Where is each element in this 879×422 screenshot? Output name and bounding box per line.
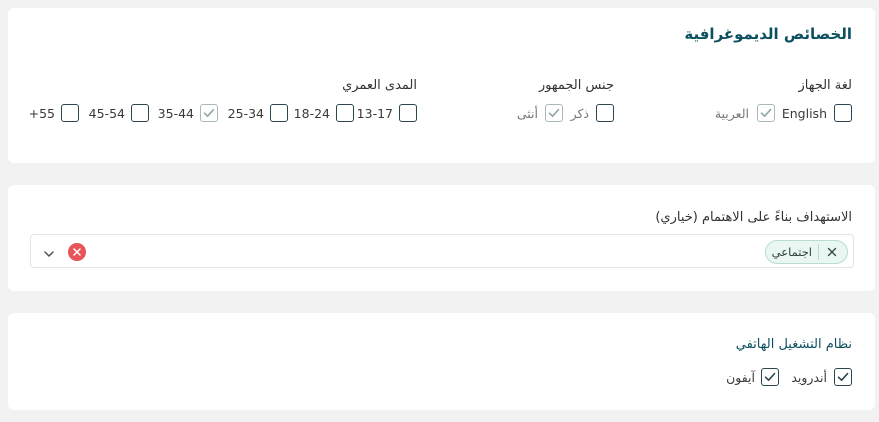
female-checkbox[interactable]	[545, 104, 563, 122]
iphone-option-label: آيفون	[726, 370, 755, 385]
age-18-24-label: 18-24	[293, 106, 330, 121]
age-55-plus-checkbox[interactable]	[61, 104, 79, 122]
male-option-label: ذكر	[570, 106, 589, 121]
age-range-label: المدى العمري	[342, 78, 417, 93]
iphone-checkbox[interactable]	[761, 368, 779, 386]
chip-remove-icon[interactable]	[825, 245, 839, 259]
interest-targeting-label: الاستهداف بناءً على الاهتمام (خياري)	[655, 210, 852, 225]
android-option-label: أندرويد	[791, 370, 827, 385]
chip-divider	[818, 244, 819, 260]
age-18-24-checkbox[interactable]	[336, 104, 354, 122]
age-35-44-checkbox[interactable]	[200, 104, 218, 122]
female-option-label: أنثى	[516, 106, 538, 121]
age-45-54-checkbox[interactable]	[131, 104, 149, 122]
android-checkbox[interactable]	[834, 368, 852, 386]
interest-targeting-card: الاستهداف بناءً على الاهتمام (خياري) اجت…	[8, 185, 875, 291]
device-language-label: لغة الجهاز	[798, 78, 852, 93]
arabic-checkbox[interactable]	[757, 104, 775, 122]
age-55-plus-label: +55	[28, 106, 55, 121]
english-checkbox[interactable]	[834, 104, 852, 122]
selected-interest-chip: اجتماعي	[764, 240, 848, 264]
age-35-44-label: 35-44	[157, 106, 194, 121]
demographics-card: الخصائص الديموغرافية لغة الجهاز English …	[8, 8, 875, 163]
chip-label: اجتماعي	[771, 245, 812, 259]
clear-selection-icon[interactable]	[68, 243, 86, 261]
chevron-down-icon[interactable]	[42, 246, 56, 260]
check-icon	[837, 372, 849, 381]
age-45-54-label: 45-54	[88, 106, 125, 121]
male-checkbox[interactable]	[596, 104, 614, 122]
check-icon	[203, 108, 215, 117]
english-option-label: English	[781, 106, 827, 121]
demographics-title: الخصائص الديموغرافية	[684, 25, 852, 43]
audience-gender-label: جنس الجمهور	[538, 78, 614, 93]
interest-select[interactable]: اجتماعي	[30, 234, 854, 268]
age-25-34-checkbox[interactable]	[270, 104, 288, 122]
age-13-17-checkbox[interactable]	[399, 104, 417, 122]
age-13-17-label: 13-17	[356, 106, 393, 121]
check-icon	[548, 108, 560, 117]
check-icon	[764, 372, 776, 381]
check-icon	[760, 108, 772, 117]
mobile-os-label: نظام التشغيل الهاتفي	[735, 337, 852, 352]
mobile-os-card: نظام التشغيل الهاتفي أندرويد آيفون	[8, 313, 875, 410]
age-25-34-label: 25-34	[227, 106, 264, 121]
arabic-option-label: العربية	[714, 106, 749, 121]
